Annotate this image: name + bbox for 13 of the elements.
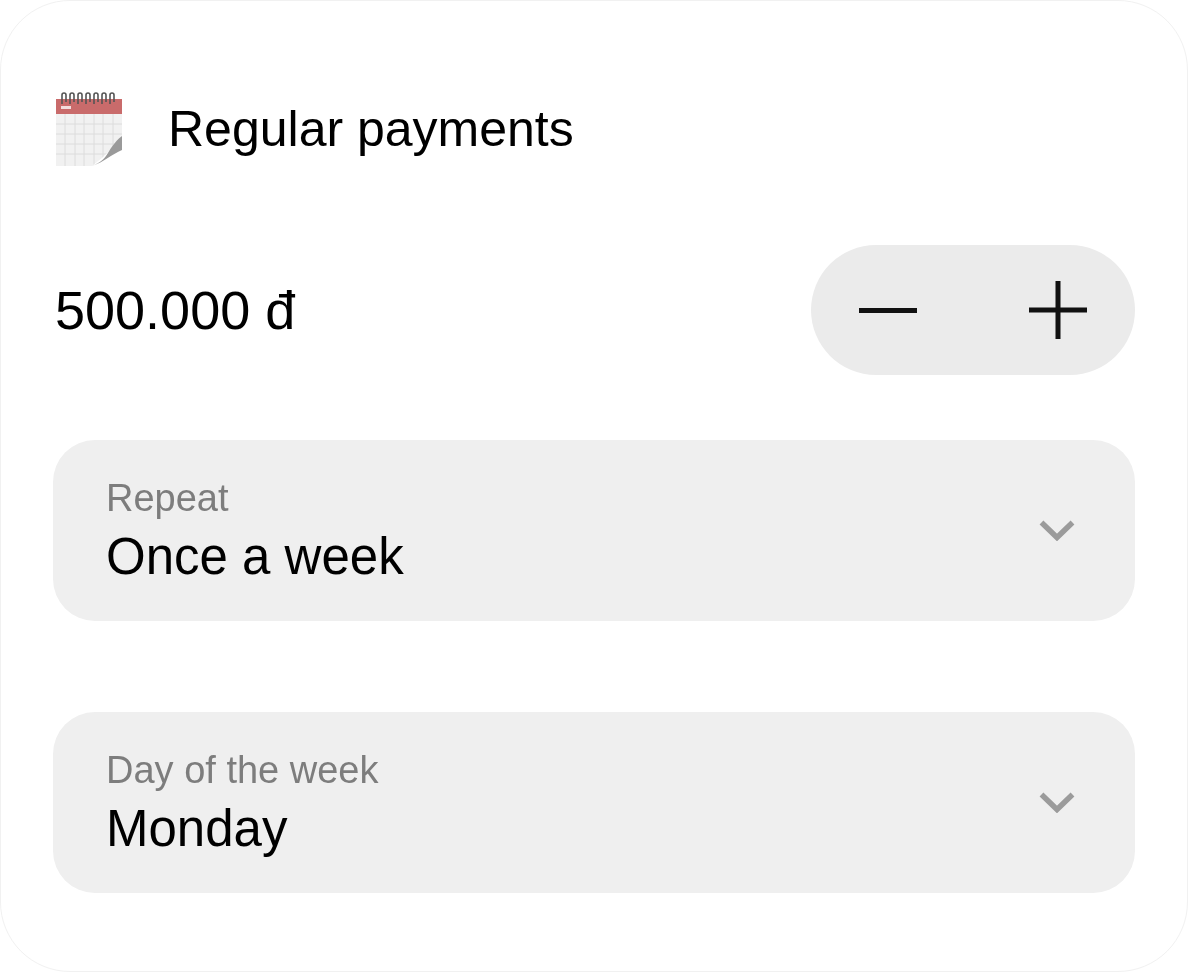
field-value: Monday [106, 799, 288, 858]
minus-icon [859, 307, 917, 313]
calendar-icon [56, 92, 122, 166]
field-value: Once a week [106, 527, 404, 586]
page-title: Regular payments [168, 100, 574, 158]
dropdown-field[interactable]: Day of the week Monday [53, 712, 1135, 893]
field-label: Day of the week [106, 747, 379, 792]
chevron-down-icon [1039, 792, 1075, 813]
chevron-down-icon [1039, 520, 1075, 541]
amount-value: 500.000 đ [54, 279, 296, 341]
dropdown-field[interactable]: Repeat Once a week [53, 440, 1135, 621]
field-label: Repeat [106, 475, 229, 520]
plus-icon [1029, 281, 1087, 339]
